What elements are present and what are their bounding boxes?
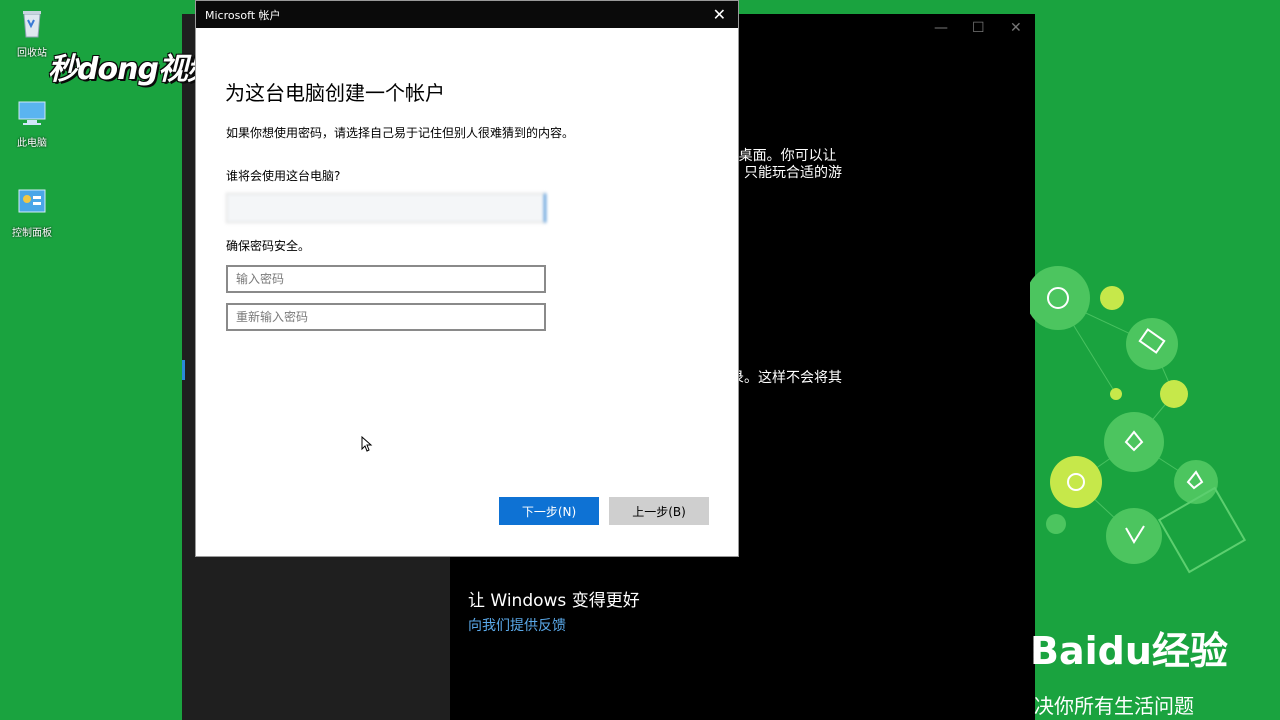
next-button[interactable]: 下一步(N): [499, 497, 599, 525]
maximize-icon[interactable]: ☐: [972, 20, 985, 36]
this-pc-desktop-icon[interactable]: 此电脑: [6, 96, 58, 149]
dialog-description: 如果你想使用密码，请选择自己易于记住但别人很难猜到的内容。: [226, 126, 575, 140]
back-button[interactable]: 上一步(B): [609, 497, 709, 525]
microsoft-account-dialog: Microsoft 帐户 ✕ 为这台电脑创建一个帐户 如果你想使用密码，请选择自…: [195, 0, 739, 557]
feedback-link[interactable]: 向我们提供反馈: [468, 615, 566, 635]
recycle-bin-icon: [23, 11, 41, 38]
mouse-cursor-icon: [361, 436, 373, 452]
password-section-label: 确保密码安全。: [226, 239, 311, 253]
dialog-close-icon[interactable]: ✕: [713, 5, 726, 24]
control-panel-desktop-icon[interactable]: 控制面板: [6, 186, 58, 239]
video-watermark: 秒dong视频: [48, 52, 217, 87]
dialog-heading: 为这台电脑创建一个帐户: [225, 81, 445, 105]
settings-body-text-2: 录。这样不会将其: [730, 370, 842, 386]
dialog-titlebar: Microsoft 帐户 ✕: [196, 1, 738, 28]
computer-icon: [18, 101, 46, 125]
username-field[interactable]: [226, 193, 546, 223]
nav-selection-indicator: [182, 360, 185, 380]
settings-body-text: o桌面。你可以让 ，只能玩合适的游: [730, 148, 842, 181]
baidu-logo: Baidu经验: [1030, 629, 1228, 673]
this-pc-label: 此电脑: [17, 138, 47, 149]
minimize-icon[interactable]: —: [934, 20, 948, 36]
password-input[interactable]: [226, 265, 546, 293]
decorative-graphic: [1030, 266, 1247, 574]
settings-section-heading: 让 Windows 变得更好: [468, 591, 640, 611]
control-panel-icon: [18, 189, 46, 213]
close-icon[interactable]: ✕: [1010, 20, 1022, 36]
username-label: 谁将会使用这台电脑?: [226, 169, 341, 183]
recycle-bin-label: 回收站: [17, 48, 47, 59]
baidu-slogan: 决你所有生活问题: [1034, 694, 1194, 718]
reenter-password-input[interactable]: [226, 303, 546, 331]
dialog-window-title: Microsoft 帐户: [205, 8, 281, 22]
control-panel-label: 控制面板: [12, 228, 52, 239]
